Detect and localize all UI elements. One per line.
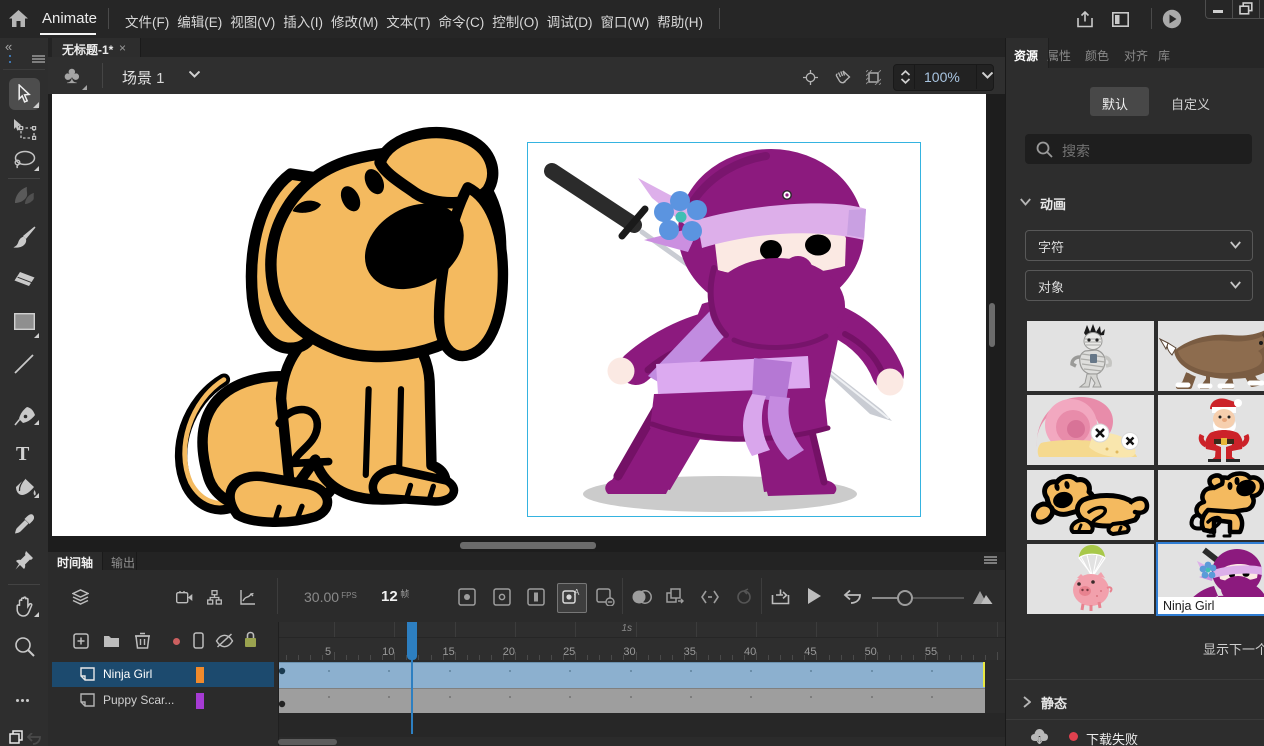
svg-text:A: A bbox=[574, 588, 580, 597]
svg-text:Ninja Girl: Ninja Girl bbox=[1163, 599, 1214, 613]
